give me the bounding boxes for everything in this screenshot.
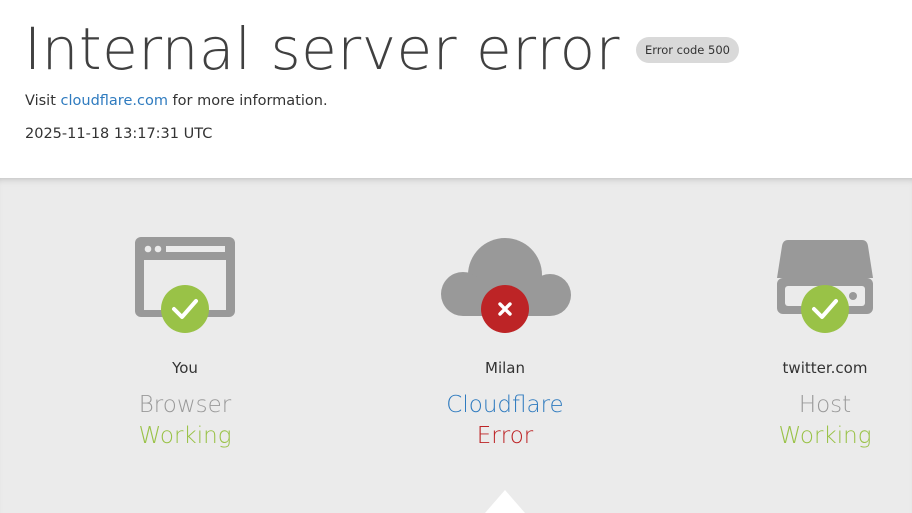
step-browser: You Browser Working: [65, 178, 305, 513]
browser-status: Working: [138, 423, 232, 449]
browser-location: You: [172, 359, 198, 377]
status-panel: You Browser Working Milan Cloudflare Err…: [0, 178, 912, 513]
host-status: Working: [778, 423, 872, 449]
cloudflare-status-graphic: [385, 230, 625, 360]
host-status-graphic: [705, 230, 912, 360]
cloudflare-label[interactable]: Cloudflare: [385, 392, 625, 418]
step-cloudflare: Milan Cloudflare Error: [385, 178, 625, 513]
error-code-badge: Error code 500: [635, 37, 739, 63]
x-icon: [481, 285, 529, 333]
check-icon: [801, 285, 849, 333]
error-header: Internal server error Error code 500 Vis…: [0, 0, 912, 178]
cloudflare-status: Error: [476, 423, 534, 449]
cloudflare-location: Milan: [485, 359, 525, 377]
host-location: twitter.com: [782, 359, 868, 377]
host-label: Host: [798, 392, 852, 418]
timestamp: 2025-11-18 13:17:31 UTC: [25, 126, 213, 142]
selected-step-pointer: [485, 490, 525, 513]
info-suffix: for more information.: [167, 93, 328, 109]
cloudflare-link[interactable]: cloudflare.com: [61, 93, 168, 109]
title-row: Internal server error Error code 500: [24, 14, 739, 84]
step-host: twitter.com Host Working: [705, 178, 912, 513]
browser-status-graphic: [65, 230, 305, 360]
page-title: Internal server error: [24, 15, 620, 83]
check-icon: [161, 285, 209, 333]
info-prefix: Visit: [25, 93, 61, 109]
info-line: Visit cloudflare.com for more informatio…: [25, 93, 328, 109]
browser-label: Browser: [138, 392, 232, 418]
